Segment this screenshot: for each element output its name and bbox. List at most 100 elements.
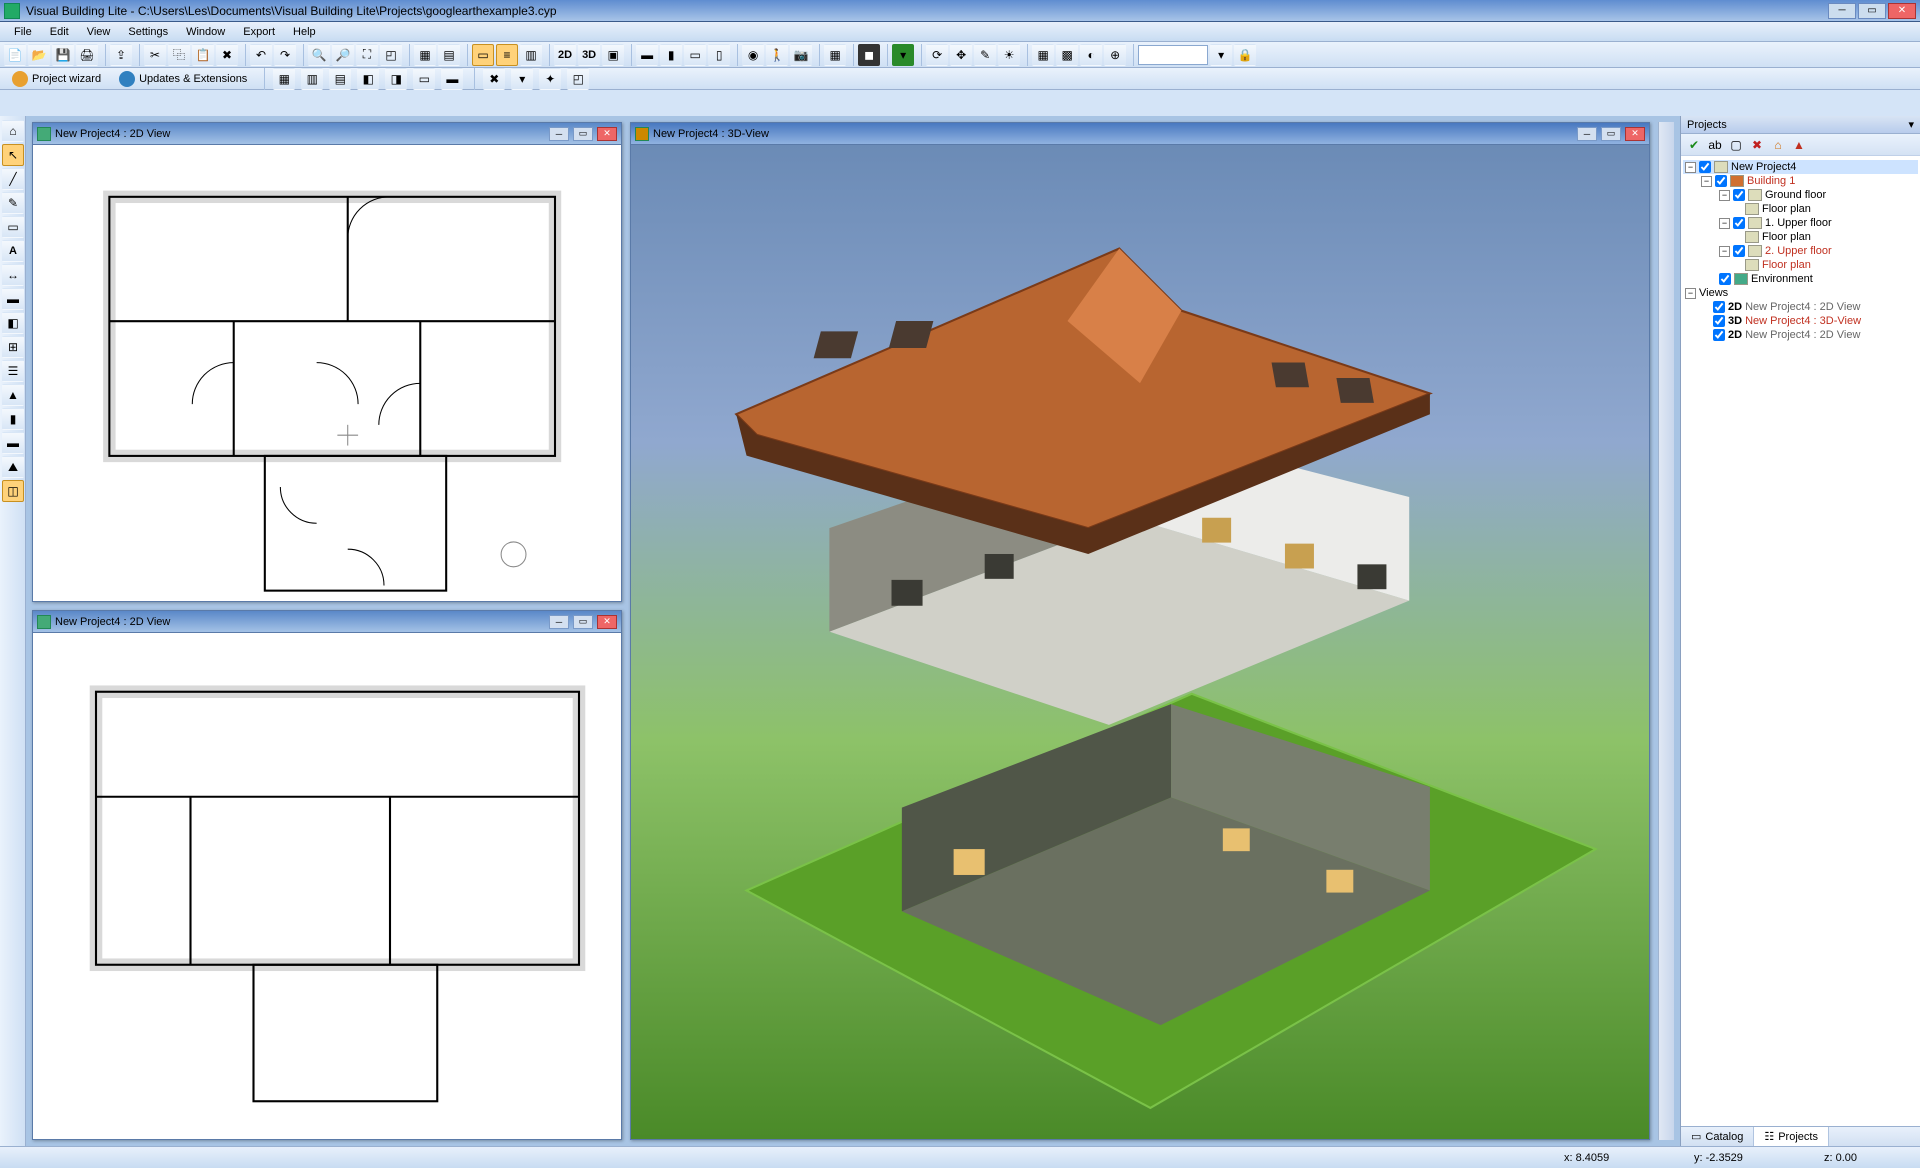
tree-checkbox[interactable] [1713,301,1725,313]
close-button[interactable]: ✕ [1888,3,1916,19]
collapse-icon[interactable]: − [1685,288,1696,299]
select-region-icon[interactable]: ◫ [2,480,24,502]
tab-projects[interactable]: ☷ Projects [1754,1127,1829,1146]
color-picker-icon[interactable]: ▾ [892,44,914,66]
panel-3-icon[interactable]: ▤ [329,68,351,90]
collapse-icon[interactable]: − [1719,218,1730,229]
save-icon[interactable]: 💾 [52,44,74,66]
line-icon[interactable]: ╱ [2,168,24,190]
window-3d-header[interactable]: New Project4 : 3D-View ─ ▭ ✕ [631,123,1649,145]
copy-icon[interactable]: ⿻ [168,44,190,66]
walk-icon[interactable]: 🚶 [766,44,788,66]
2d-button[interactable]: 2D [554,44,576,66]
select-icon[interactable]: ▭ [472,44,494,66]
texture-icon[interactable]: ◐ [1080,44,1102,66]
tree-checkbox[interactable] [1699,161,1711,173]
section-icon[interactable]: ▣ [602,44,624,66]
scale-combo[interactable] [1138,45,1208,65]
updates-extensions-button[interactable]: Updates & Extensions [113,71,253,87]
projects-panel-title[interactable]: Projects ▾ [1681,116,1920,134]
measure-icon[interactable]: ≡ [496,44,518,66]
mdi-scrollbar[interactable] [1658,122,1674,1140]
tree-checkbox[interactable] [1719,273,1731,285]
menu-window[interactable]: Window [178,24,233,40]
window-2d-b-header[interactable]: New Project4 : 2D View ─ ▭ ✕ [33,611,621,633]
tool-b-icon[interactable]: ▾ [511,68,533,90]
zoom-out-icon[interactable]: 🔎 [332,44,354,66]
paste-icon[interactable]: 📋 [192,44,214,66]
rename-icon[interactable]: ab [1706,136,1724,154]
cut-icon[interactable]: ✂ [144,44,166,66]
new-folder-icon[interactable]: ▢ [1727,136,1745,154]
add-roof-icon[interactable]: ▲ [1790,136,1808,154]
pointer-icon[interactable]: ↖ [2,144,24,166]
camera-icon[interactable]: 📷 [790,44,812,66]
sun-icon[interactable]: ☀ [998,44,1020,66]
menu-export[interactable]: Export [235,24,283,40]
menu-file[interactable]: File [6,24,40,40]
rect-icon[interactable]: ▭ [2,216,24,238]
open-icon[interactable]: 📂 [28,44,50,66]
arrow-down-icon[interactable]: ▾ [1210,44,1232,66]
roof-icon[interactable]: ▲ [2,384,24,406]
min-button[interactable]: ─ [549,615,569,629]
3d-button[interactable]: 3D [578,44,600,66]
text-icon[interactable]: A [2,240,24,262]
tree-checkbox[interactable] [1715,175,1727,187]
minimize-button[interactable]: ─ [1828,3,1856,19]
wire-icon[interactable]: ▦ [1032,44,1054,66]
new-icon[interactable]: 📄 [4,44,26,66]
tab-catalog[interactable]: ▭ Catalog [1681,1127,1754,1146]
panel-6-icon[interactable]: ▭ [413,68,435,90]
tree-floorplan-2[interactable]: Floor plan [1683,230,1918,244]
export-icon[interactable]: ⇪ [110,44,132,66]
tree-checkbox[interactable] [1713,329,1725,341]
plan-canvas-a[interactable] [33,145,621,601]
3d-canvas[interactable] [631,145,1649,1139]
zoom-in-icon[interactable]: 🔍 [308,44,330,66]
tree-view-1[interactable]: 2D New Project4 : 2D View [1683,300,1918,314]
tree-checkbox[interactable] [1733,217,1745,229]
maximize-button[interactable]: ▭ [1858,3,1886,19]
cascade-icon[interactable]: ▭ [684,44,706,66]
render-icon[interactable]: ◉ [742,44,764,66]
check-icon[interactable]: ✔ [1685,136,1703,154]
tree-building[interactable]: − Building 1 [1683,174,1918,188]
panel-float-icon[interactable]: ▾ [1908,118,1914,131]
max-button[interactable]: ▭ [1601,127,1621,141]
zoom-window-icon[interactable]: ◰ [380,44,402,66]
stair-icon[interactable]: ☰ [2,360,24,382]
tree-ground-floor[interactable]: − Ground floor [1683,188,1918,202]
min-button[interactable]: ─ [1577,127,1597,141]
panel-5-icon[interactable]: ◨ [385,68,407,90]
visibility-icon[interactable]: ◼ [858,44,880,66]
collapse-icon[interactable]: − [1685,162,1696,173]
min-button[interactable]: ─ [549,127,569,141]
shade-icon[interactable]: ▩ [1056,44,1078,66]
snap-icon[interactable]: ▥ [520,44,542,66]
project-tree[interactable]: − New Project4 − Building 1 − Ground flo… [1681,156,1920,1126]
tool-c-icon[interactable]: ✦ [539,68,561,90]
window-2d-a-header[interactable]: New Project4 : 2D View ─ ▭ ✕ [33,123,621,145]
window-icon[interactable]: ⊞ [2,336,24,358]
collapse-icon[interactable]: − [1701,176,1712,187]
menu-settings[interactable]: Settings [120,24,176,40]
dim-icon[interactable]: ↔ [2,264,24,286]
tree-view-3[interactable]: 2D New Project4 : 2D View [1683,328,1918,342]
building-floor-icon[interactable]: ▦ [824,44,846,66]
delete-node-icon[interactable]: ✖ [1748,136,1766,154]
tree-root[interactable]: − New Project4 [1683,160,1918,174]
arrange-icon[interactable]: ▯ [708,44,730,66]
pencil-icon[interactable]: ✎ [2,192,24,214]
panel-7-icon[interactable]: ▬ [441,68,463,90]
grid-icon[interactable]: ▤ [438,44,460,66]
tree-checkbox[interactable] [1713,315,1725,327]
menu-help[interactable]: Help [285,24,324,40]
close-button[interactable]: ✕ [597,127,617,141]
tile-v-icon[interactable]: ▮ [660,44,682,66]
tree-environment[interactable]: Environment [1683,272,1918,286]
panel-2-icon[interactable]: ▥ [301,68,323,90]
tree-upper-1[interactable]: − 1. Upper floor [1683,216,1918,230]
undo-icon[interactable]: ↶ [250,44,272,66]
terrain-icon[interactable]: ⛰ [2,456,24,478]
